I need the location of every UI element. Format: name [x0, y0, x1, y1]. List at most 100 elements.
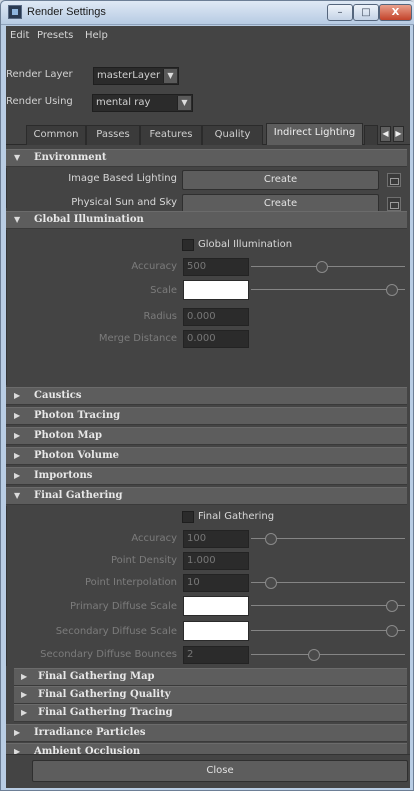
section-final-gathering[interactable]: ▼ Final Gathering [6, 487, 407, 505]
render-settings-window: Render Settings – □ X Edit Presets Help … [0, 0, 414, 791]
gi-checkbox[interactable] [182, 239, 194, 251]
slider-knob[interactable] [265, 533, 277, 545]
sun-sky-label: Physical Sun and Sky [71, 197, 177, 208]
title-bar[interactable]: Render Settings – □ X [1, 1, 414, 25]
maximize-button[interactable]: □ [353, 4, 379, 21]
fg-accuracy-slider[interactable] [251, 532, 405, 546]
render-using-value: mental ray [96, 97, 151, 108]
render-using-row: Render Using mental ray ▼ [6, 92, 410, 114]
tab-bar: Common Passes Features Quality Indirect … [6, 123, 410, 145]
menu-bar: Edit Presets Help [6, 26, 410, 47]
fg-point-density-field[interactable]: 1.000 [183, 552, 249, 570]
map-button-icon[interactable] [387, 173, 401, 187]
gi-scale-label: Scale [150, 285, 177, 296]
collapsed-triangle-icon: ▶ [21, 690, 28, 699]
slider-knob[interactable] [265, 577, 277, 589]
gi-checkbox-label: Global Illumination [198, 239, 293, 250]
close-window-button[interactable]: X [379, 4, 412, 21]
render-using-label: Render Using [6, 96, 73, 107]
section-environment[interactable]: ▼ Environment [6, 149, 407, 167]
fg-secondary-diffuse-bounces-slider[interactable] [251, 648, 405, 662]
gi-radius-field[interactable]: 0.000 [183, 308, 249, 326]
section-photon-volume[interactable]: ▶ Photon Volume [6, 447, 407, 465]
section-title: Final Gathering [34, 490, 123, 501]
gi-scale-color-swatch[interactable] [183, 280, 249, 300]
tab-quality[interactable]: Quality [202, 125, 263, 145]
fg-primary-diffuse-scale-label: Primary Diffuse Scale [70, 601, 177, 612]
gi-body: Global Illumination Accuracy 500 Scale R… [6, 230, 407, 385]
minimize-button[interactable]: – [327, 4, 353, 21]
section-irradiance-particles[interactable]: ▶ Irradiance Particles [6, 724, 407, 742]
expanded-triangle-icon: ▼ [14, 491, 21, 500]
fg-primary-diffuse-color-swatch[interactable] [183, 596, 249, 616]
slider-knob[interactable] [316, 261, 328, 273]
section-title: Final Gathering Quality [38, 689, 171, 700]
slider-track [251, 654, 405, 655]
environment-body: Image Based Lighting Create Physical Sun… [6, 168, 407, 214]
section-final-gathering-map[interactable]: ▶ Final Gathering Map [14, 668, 407, 686]
fg-checkbox[interactable] [182, 511, 194, 523]
fg-secondary-diffuse-slider[interactable] [251, 624, 405, 638]
fg-accuracy-field[interactable]: 100 [183, 530, 249, 548]
fg-body: Final Gathering Accuracy 100 Point Densi… [6, 506, 407, 666]
slider-knob[interactable] [386, 600, 398, 612]
menu-help[interactable]: Help [85, 30, 108, 41]
fg-point-interpolation-label: Point Interpolation [84, 577, 177, 588]
section-caustics[interactable]: ▶ Caustics [6, 387, 407, 405]
section-importons[interactable]: ▶ Importons [6, 467, 407, 485]
tab-common[interactable]: Common [26, 125, 86, 145]
fg-point-interpolation-slider[interactable] [251, 576, 405, 590]
slider-knob[interactable] [308, 649, 320, 661]
gi-merge-distance-label: Merge Distance [98, 333, 177, 344]
fg-checkbox-label: Final Gathering [198, 511, 275, 522]
tab-scroll-right-icon[interactable]: ▶ [393, 126, 404, 142]
render-layer-row: Render Layer masterLayer ▼ [6, 65, 410, 87]
section-title: Photon Map [34, 430, 103, 441]
tab-overflow[interactable] [364, 125, 378, 145]
fg-secondary-diffuse-bounces-field[interactable]: 2 [183, 646, 249, 664]
render-using-dropdown[interactable]: mental ray ▼ [92, 94, 193, 112]
gi-scale-slider[interactable] [251, 283, 405, 297]
fg-secondary-diffuse-color-swatch[interactable] [183, 621, 249, 641]
slider-knob[interactable] [386, 625, 398, 637]
fg-primary-diffuse-slider[interactable] [251, 599, 405, 613]
close-button[interactable]: Close [32, 760, 408, 782]
section-title: Photon Volume [34, 450, 120, 461]
section-title: Caustics [34, 390, 82, 401]
collapsed-triangle-icon: ▶ [14, 411, 21, 420]
slider-knob[interactable] [386, 284, 398, 296]
section-ambient-occlusion[interactable]: ▶ Ambient Occlusion [6, 743, 407, 754]
gi-accuracy-slider[interactable] [251, 260, 405, 274]
section-title: Final Gathering Tracing [38, 707, 173, 718]
footer: Close [6, 754, 410, 788]
map-button-icon[interactable] [387, 197, 401, 211]
maya-app-icon [8, 5, 22, 19]
gi-merge-distance-field[interactable]: 0.000 [183, 330, 249, 348]
menu-presets[interactable]: Presets [37, 30, 73, 41]
chevron-down-icon: ▼ [163, 69, 177, 83]
collapsed-triangle-icon: ▶ [21, 708, 28, 717]
fg-point-interpolation-field[interactable]: 10 [183, 574, 249, 592]
section-final-gathering-quality[interactable]: ▶ Final Gathering Quality [14, 686, 407, 704]
section-title: Importons [34, 470, 93, 481]
section-photon-tracing[interactable]: ▶ Photon Tracing [6, 407, 407, 425]
section-photon-map[interactable]: ▶ Photon Map [6, 427, 407, 445]
tab-passes[interactable]: Passes [86, 125, 140, 145]
ibl-create-button[interactable]: Create [182, 170, 379, 190]
section-final-gathering-tracing[interactable]: ▶ Final Gathering Tracing [14, 704, 407, 722]
section-title: Photon Tracing [34, 410, 121, 421]
gi-accuracy-field[interactable]: 500 [183, 258, 249, 276]
expanded-triangle-icon: ▼ [14, 153, 21, 162]
render-layer-dropdown[interactable]: masterLayer ▼ [93, 67, 179, 85]
ibl-label: Image Based Lighting [68, 173, 177, 184]
section-title: Environment [34, 152, 107, 163]
tab-indirect-lighting[interactable]: Indirect Lighting [266, 123, 363, 145]
tab-scroll-left-icon[interactable]: ◀ [380, 126, 391, 142]
collapsed-triangle-icon: ▶ [14, 431, 21, 440]
fg-point-density-label: Point Density [110, 555, 177, 566]
window-client: Edit Presets Help Render Layer masterLay… [6, 26, 410, 788]
tab-features[interactable]: Features [140, 125, 202, 145]
menu-edit[interactable]: Edit [10, 30, 29, 41]
section-global-illumination[interactable]: ▼ Global Illumination [6, 211, 407, 229]
section-title: Ambient Occlusion [34, 746, 141, 754]
